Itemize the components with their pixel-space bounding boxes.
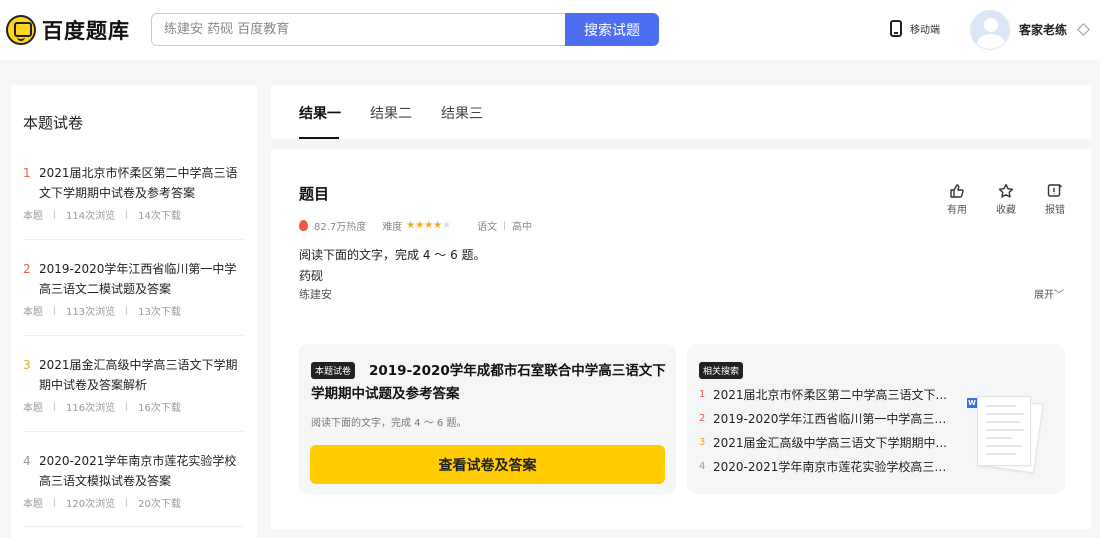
paper-views: 113次浏览 (66, 307, 116, 318)
paper-views: 114次浏览 (66, 211, 116, 222)
passage-title: 药砚 (299, 269, 324, 283)
paper-name[interactable]: 2021届金汇高级中学高三语文下学期期中试卷及答案解析 (39, 355, 247, 395)
report-button[interactable]: 报错 (1040, 183, 1070, 216)
view-paper-button[interactable]: 查看试卷及答案 (310, 445, 665, 484)
rank-number: 1 (23, 166, 31, 180)
star-icon (998, 183, 1014, 198)
related-link[interactable]: 2019-2020学年江西省临川第一中学高三语... (713, 411, 951, 427)
paper-box-title[interactable]: 2019-2020学年成都市石室联合中学高三语文下学期期中试题及参考答案 (311, 360, 667, 406)
rank-number: 4 (23, 454, 31, 468)
sidebar-paper-item[interactable]: 3 2021届金汇高级中学高三语文下学期期中试卷及答案解析 本题 116次浏览 … (23, 355, 247, 414)
related-item[interactable]: 1 2021届北京市怀柔区第二中学高三语文下... (699, 387, 951, 403)
paper-type: 本题 (23, 403, 43, 414)
expand-button[interactable]: 展开﹀ (1034, 286, 1064, 301)
rank-number: 1 (699, 389, 706, 400)
thumbs-up-icon (950, 184, 964, 198)
word-doc-icon: W (967, 398, 977, 408)
rank-number: 2 (699, 413, 706, 424)
sidebar-paper-item[interactable]: 1 2021届北京市怀柔区第二中学高三语文下学期期中试卷及参考答案 本题 114… (23, 163, 247, 222)
paper-name[interactable]: 2020-2021学年南京市莲花实验学校高三语文模拟试卷及答案 (39, 451, 247, 491)
report-label: 报错 (1045, 205, 1065, 216)
related-tag: 相关搜索 (699, 362, 744, 379)
logo-icon (6, 15, 36, 45)
sidebar: 本题试卷 1 2021届北京市怀柔区第二中学高三语文下学期期中试卷及参考答案 本… (11, 85, 257, 538)
search-bar: 搜索试题 (151, 13, 659, 46)
rank-number: 4 (699, 461, 706, 472)
search-input[interactable] (151, 13, 565, 46)
paper-type: 本题 (23, 307, 43, 318)
mobile-link[interactable]: 移动端 (890, 20, 940, 37)
useful-button[interactable]: 有用 (942, 183, 972, 216)
question-body: 阅读下面的文字，完成 4 ～ 6 题。 药砚 (299, 245, 486, 287)
paper-type: 本题 (23, 211, 43, 222)
phone-icon (890, 20, 902, 37)
document-page (977, 396, 1031, 466)
site-logo[interactable]: 百度题库 (6, 13, 130, 47)
question-meta: 82.7万热度 难度 ★★★★★ 语文 高中 (299, 218, 532, 233)
difficulty-label: 难度 (382, 222, 403, 233)
heat-count: 82.7万热度 (314, 222, 367, 233)
expand-label: 展开 (1034, 290, 1054, 301)
related-search-box: 相关搜索 1 2021届北京市怀柔区第二中学高三语文下... 2 2019-20… (687, 344, 1065, 494)
related-item[interactable]: 2 2019-2020学年江西省临川第一中学高三语... (699, 411, 951, 427)
related-link[interactable]: 2021届北京市怀柔区第二中学高三语文下... (713, 387, 951, 403)
rank-number: 2 (23, 262, 31, 276)
tab-result-3[interactable]: 结果三 (441, 103, 483, 123)
paper-downloads: 20次下载 (138, 499, 181, 510)
paper-type: 本题 (23, 499, 43, 510)
avatar[interactable] (970, 10, 1010, 50)
sidebar-title: 本题试卷 (23, 114, 84, 132)
sidebar-paper-item[interactable]: 2 2019-2020学年江西省临川第一中学高三语文二模试题及答案 本题 113… (23, 259, 247, 318)
question-title: 题目 (299, 185, 330, 203)
divider (23, 526, 243, 527)
related-link[interactable]: 2021届金汇高级中学高三语文下学期期中... (713, 435, 951, 451)
divider (23, 239, 243, 240)
paper-downloads: 14次下载 (138, 211, 181, 222)
result-tabs: 结果一 结果二 结果三 (271, 85, 1091, 139)
rank-number: 3 (23, 358, 31, 372)
subject: 语文 (477, 222, 498, 233)
divider (23, 335, 243, 336)
vip-diamond-icon[interactable] (1077, 23, 1090, 36)
paper-name[interactable]: 2019-2020学年江西省临川第一中学高三语文二模试题及答案 (39, 259, 247, 299)
fire-icon (299, 220, 308, 231)
divider (23, 431, 243, 432)
sidebar-paper-item[interactable]: 4 2020-2021学年南京市莲花实验学校高三语文模拟试卷及答案 本题 120… (23, 451, 247, 510)
paper-views: 116次浏览 (66, 403, 116, 414)
difficulty-stars: ★★★★★ (406, 220, 452, 231)
top-header: 百度题库 搜索试题 移动端 客家老练 (0, 0, 1100, 60)
logo-text: 百度题库 (42, 19, 130, 43)
paper-downloads: 13次下载 (138, 307, 181, 318)
paper-downloads: 16次下载 (138, 403, 181, 414)
search-button[interactable]: 搜索试题 (565, 13, 659, 46)
active-tab-indicator (299, 137, 339, 139)
paper-views: 120次浏览 (66, 499, 116, 510)
mobile-label: 移动端 (910, 25, 940, 36)
tab-result-1[interactable]: 结果一 (299, 103, 341, 123)
useful-label: 有用 (947, 205, 967, 216)
favorite-label: 收藏 (996, 205, 1016, 216)
username[interactable]: 客家老练 (1019, 21, 1067, 38)
report-icon (1047, 184, 1062, 197)
paper-box-desc: 阅读下面的文字，完成 4 ～ 6 题。 (311, 418, 467, 429)
level: 高中 (512, 222, 533, 233)
favorite-button[interactable]: 收藏 (991, 183, 1021, 216)
question-instruction: 阅读下面的文字，完成 4 ～ 6 题。 (299, 248, 486, 262)
related-link[interactable]: 2020-2021学年南京市莲花实验学校高三语... (713, 459, 951, 475)
related-item[interactable]: 4 2020-2021学年南京市莲花实验学校高三语... (699, 459, 951, 475)
paper-name[interactable]: 2021届北京市怀柔区第二中学高三语文下学期期中试卷及参考答案 (39, 163, 247, 203)
related-item[interactable]: 3 2021届金汇高级中学高三语文下学期期中... (699, 435, 951, 451)
passage-author: 练建安 (299, 288, 332, 301)
rank-number: 3 (699, 437, 706, 448)
chevron-down-icon: ﹀ (1054, 290, 1064, 301)
paper-recommend-box: 本题试卷 2019-2020学年成都市石室联合中学高三语文下学期期中试题及参考答… (298, 344, 676, 494)
document-thumbnail[interactable]: W (967, 394, 1044, 474)
tab-result-2[interactable]: 结果二 (370, 103, 412, 123)
